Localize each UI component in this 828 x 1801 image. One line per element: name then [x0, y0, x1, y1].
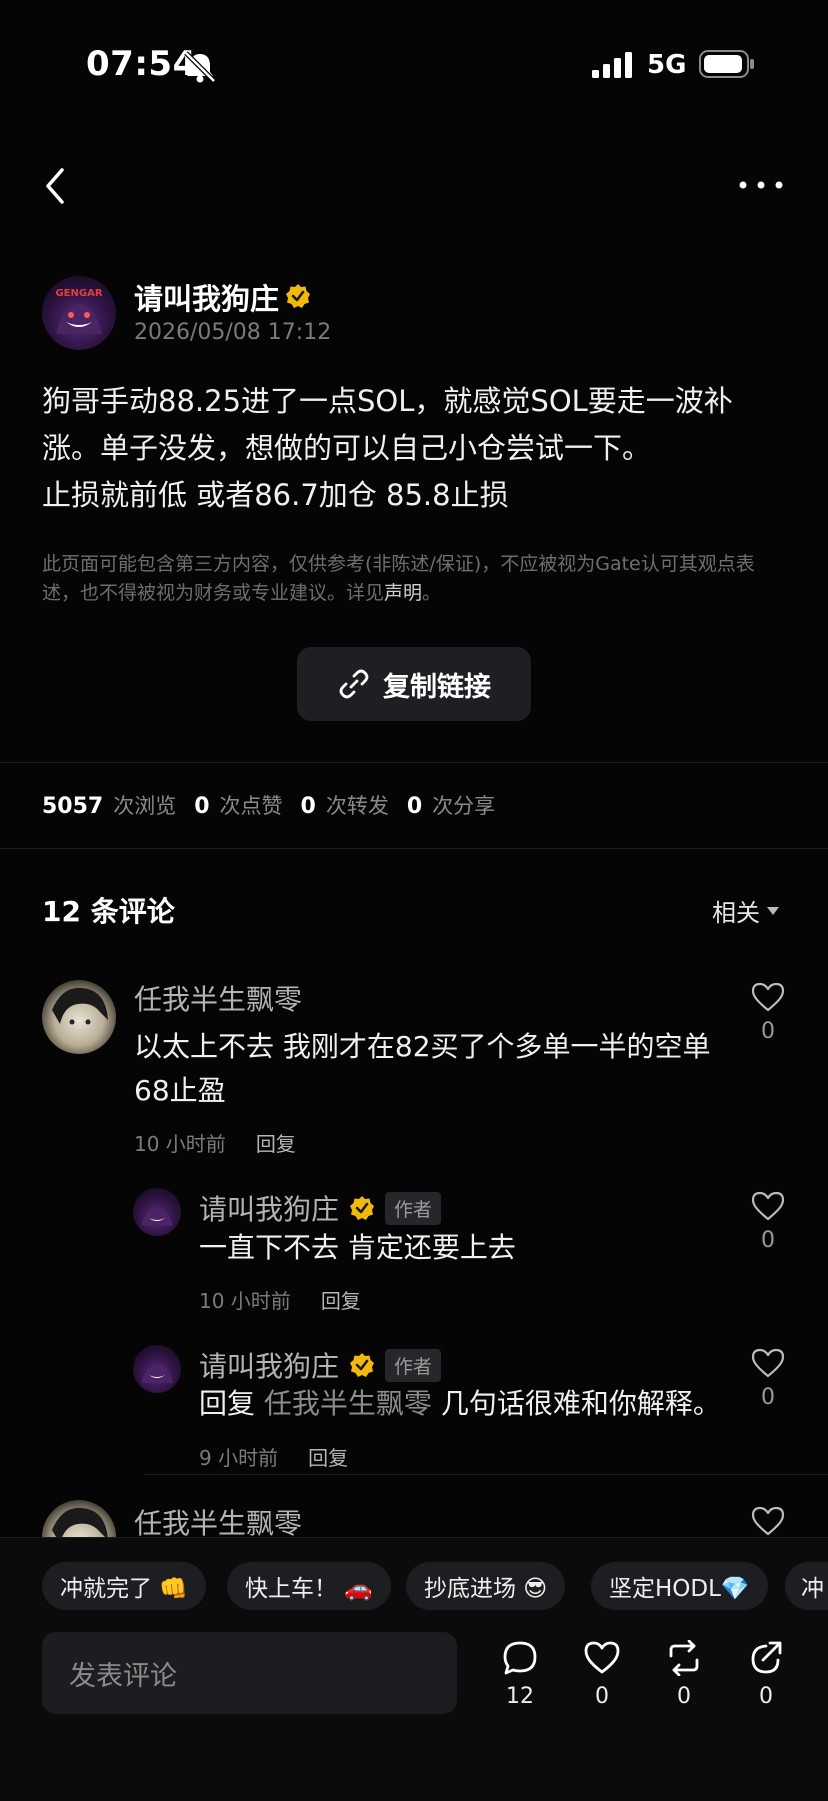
comment-author[interactable]: 请叫我狗庄	[199, 1345, 339, 1385]
reply-author-row: 请叫我狗庄 作者	[199, 1188, 442, 1228]
divider	[0, 762, 828, 763]
author-name[interactable]: 请叫我狗庄	[134, 276, 279, 318]
comment-meta: 9 小时前 回复	[199, 1442, 348, 1471]
repost-count: 0	[677, 1684, 691, 1709]
reply-button[interactable]: 回复	[256, 1132, 296, 1156]
quick-reply-chip[interactable]: 坚定HODL💎	[591, 1562, 768, 1610]
more-options-icon[interactable]	[738, 178, 784, 192]
comments-count-title: 12 条评论	[42, 895, 175, 928]
comment-like-count: 0	[761, 1019, 775, 1044]
repost-icon	[669, 1640, 699, 1676]
views-label: 次浏览	[113, 794, 177, 818]
author-name-text[interactable]: 请叫我狗庄	[134, 282, 279, 316]
reposts-label: 次转发	[325, 794, 389, 818]
repost-action[interactable]: 0	[658, 1640, 710, 1709]
comment-text: 回复 任我半生飘零 几句话很难和你解释。	[199, 1382, 739, 1426]
heart-icon[interactable]	[751, 1347, 785, 1379]
divider	[144, 1474, 828, 1475]
battery-icon	[699, 50, 754, 78]
quick-reply-chip[interactable]: 冲就完了 👊	[42, 1562, 206, 1610]
comment-body: 几句话很难和你解释。	[440, 1387, 721, 1420]
comment-like-count: 0	[761, 1385, 775, 1410]
comment-time: 9 小时前	[199, 1446, 279, 1470]
comment-author[interactable]: 请叫我狗庄	[199, 1188, 339, 1228]
shares-label: 次分享	[432, 794, 496, 818]
heart-icon	[584, 1641, 620, 1674]
copy-link-button[interactable]: 复制链接	[297, 647, 531, 721]
quick-reply-chip[interactable]: 冲	[785, 1562, 828, 1610]
author-avatar[interactable]: GENGAR	[42, 276, 116, 350]
author-tag: 作者	[385, 1191, 442, 1225]
share-action[interactable]: 0	[740, 1640, 792, 1709]
disclaimer-end: 。	[422, 582, 442, 604]
network-label: 5G	[647, 50, 687, 80]
comment-input-placeholder: 发表评论	[69, 1660, 177, 1692]
commenter-avatar[interactable]	[133, 1188, 181, 1236]
verified-badge-icon	[350, 1196, 375, 1220]
comment-text: 一直下不去 肯定还要上去	[199, 1231, 516, 1264]
sort-label: 相关	[712, 899, 760, 927]
commenter-avatar[interactable]	[42, 980, 116, 1054]
divider	[0, 848, 828, 849]
post-stats: 5057 次浏览 0 次点赞 0 次转发 0 次分享	[42, 790, 513, 820]
reply-author-row: 请叫我狗庄 作者	[199, 1345, 442, 1385]
reply-prefix: 回复	[199, 1387, 256, 1420]
likes-label: 次点赞	[219, 794, 283, 818]
quick-reply-chip[interactable]: 抄底进场 😎	[406, 1562, 566, 1610]
disclaimer-link[interactable]: 声明	[384, 582, 422, 604]
commenter-avatar[interactable]	[133, 1345, 181, 1393]
comment-author[interactable]: 任我半生飘零	[134, 978, 302, 1018]
comment-meta: 10 小时前 回复	[134, 1128, 296, 1157]
comment-input[interactable]: 发表评论	[42, 1632, 457, 1714]
avatar-logo-text: GENGAR	[55, 288, 102, 299]
quick-reply-chip[interactable]: 快上车！ 🚗	[227, 1562, 391, 1610]
caret-down-icon	[767, 906, 779, 915]
comment-meta: 10 小时前 回复	[199, 1285, 361, 1314]
disclaimer: 此页面可能包含第三方内容，仅供参考(非陈述/保证)，不应被视为Gate认可其观点…	[42, 550, 792, 608]
share-icon	[751, 1641, 782, 1674]
reply-button[interactable]: 回复	[308, 1446, 348, 1470]
shares-count: 0	[406, 794, 423, 819]
like-count: 0	[595, 1684, 609, 1709]
reposts-count: 0	[300, 794, 316, 819]
likes-count: 0	[194, 794, 210, 819]
comment-action[interactable]: 12	[494, 1640, 546, 1709]
share-count: 0	[759, 1684, 773, 1709]
back-icon[interactable]	[40, 166, 70, 206]
sort-dropdown[interactable]: 相关	[712, 893, 780, 928]
copy-link-label: 复制链接	[383, 671, 491, 703]
heart-icon[interactable]	[751, 1505, 785, 1537]
heart-icon[interactable]	[751, 1190, 785, 1222]
like-action[interactable]: 0	[576, 1640, 628, 1709]
mention-link[interactable]: 任我半生飘零	[264, 1387, 432, 1420]
comment-author[interactable]: 任我半生飘零	[134, 1502, 302, 1542]
post-body: 狗哥手动88.25进了一点SOL，就感觉SOL要走一波补涨。单子没发，想做的可以…	[42, 378, 782, 519]
comment-text: 以太上不去 我刚才在82买了个多单一半的空单68止盈	[134, 1030, 711, 1107]
verified-badge-icon	[350, 1353, 375, 1377]
comment-bubble-icon	[503, 1641, 537, 1675]
author-tag: 作者	[385, 1348, 442, 1382]
views-count: 5057	[42, 794, 104, 819]
mute-bell-icon	[184, 51, 216, 83]
comment-count: 12	[506, 1684, 534, 1709]
status-time: 07:54	[86, 44, 197, 84]
reply-button[interactable]: 回复	[321, 1289, 361, 1313]
verified-badge-icon	[286, 284, 310, 308]
heart-icon[interactable]	[751, 981, 785, 1013]
post-text: 狗哥手动88.25进了一点SOL，就感觉SOL要走一波补涨。单子没发，想做的可以…	[42, 384, 733, 512]
signal-icon	[592, 52, 632, 78]
comment-time: 10 小时前	[199, 1289, 291, 1313]
comment-time: 10 小时前	[134, 1132, 226, 1156]
link-icon	[339, 669, 369, 699]
comment-like-count: 0	[761, 1228, 775, 1253]
post-timestamp: 2026/05/08 17:12	[134, 320, 332, 345]
